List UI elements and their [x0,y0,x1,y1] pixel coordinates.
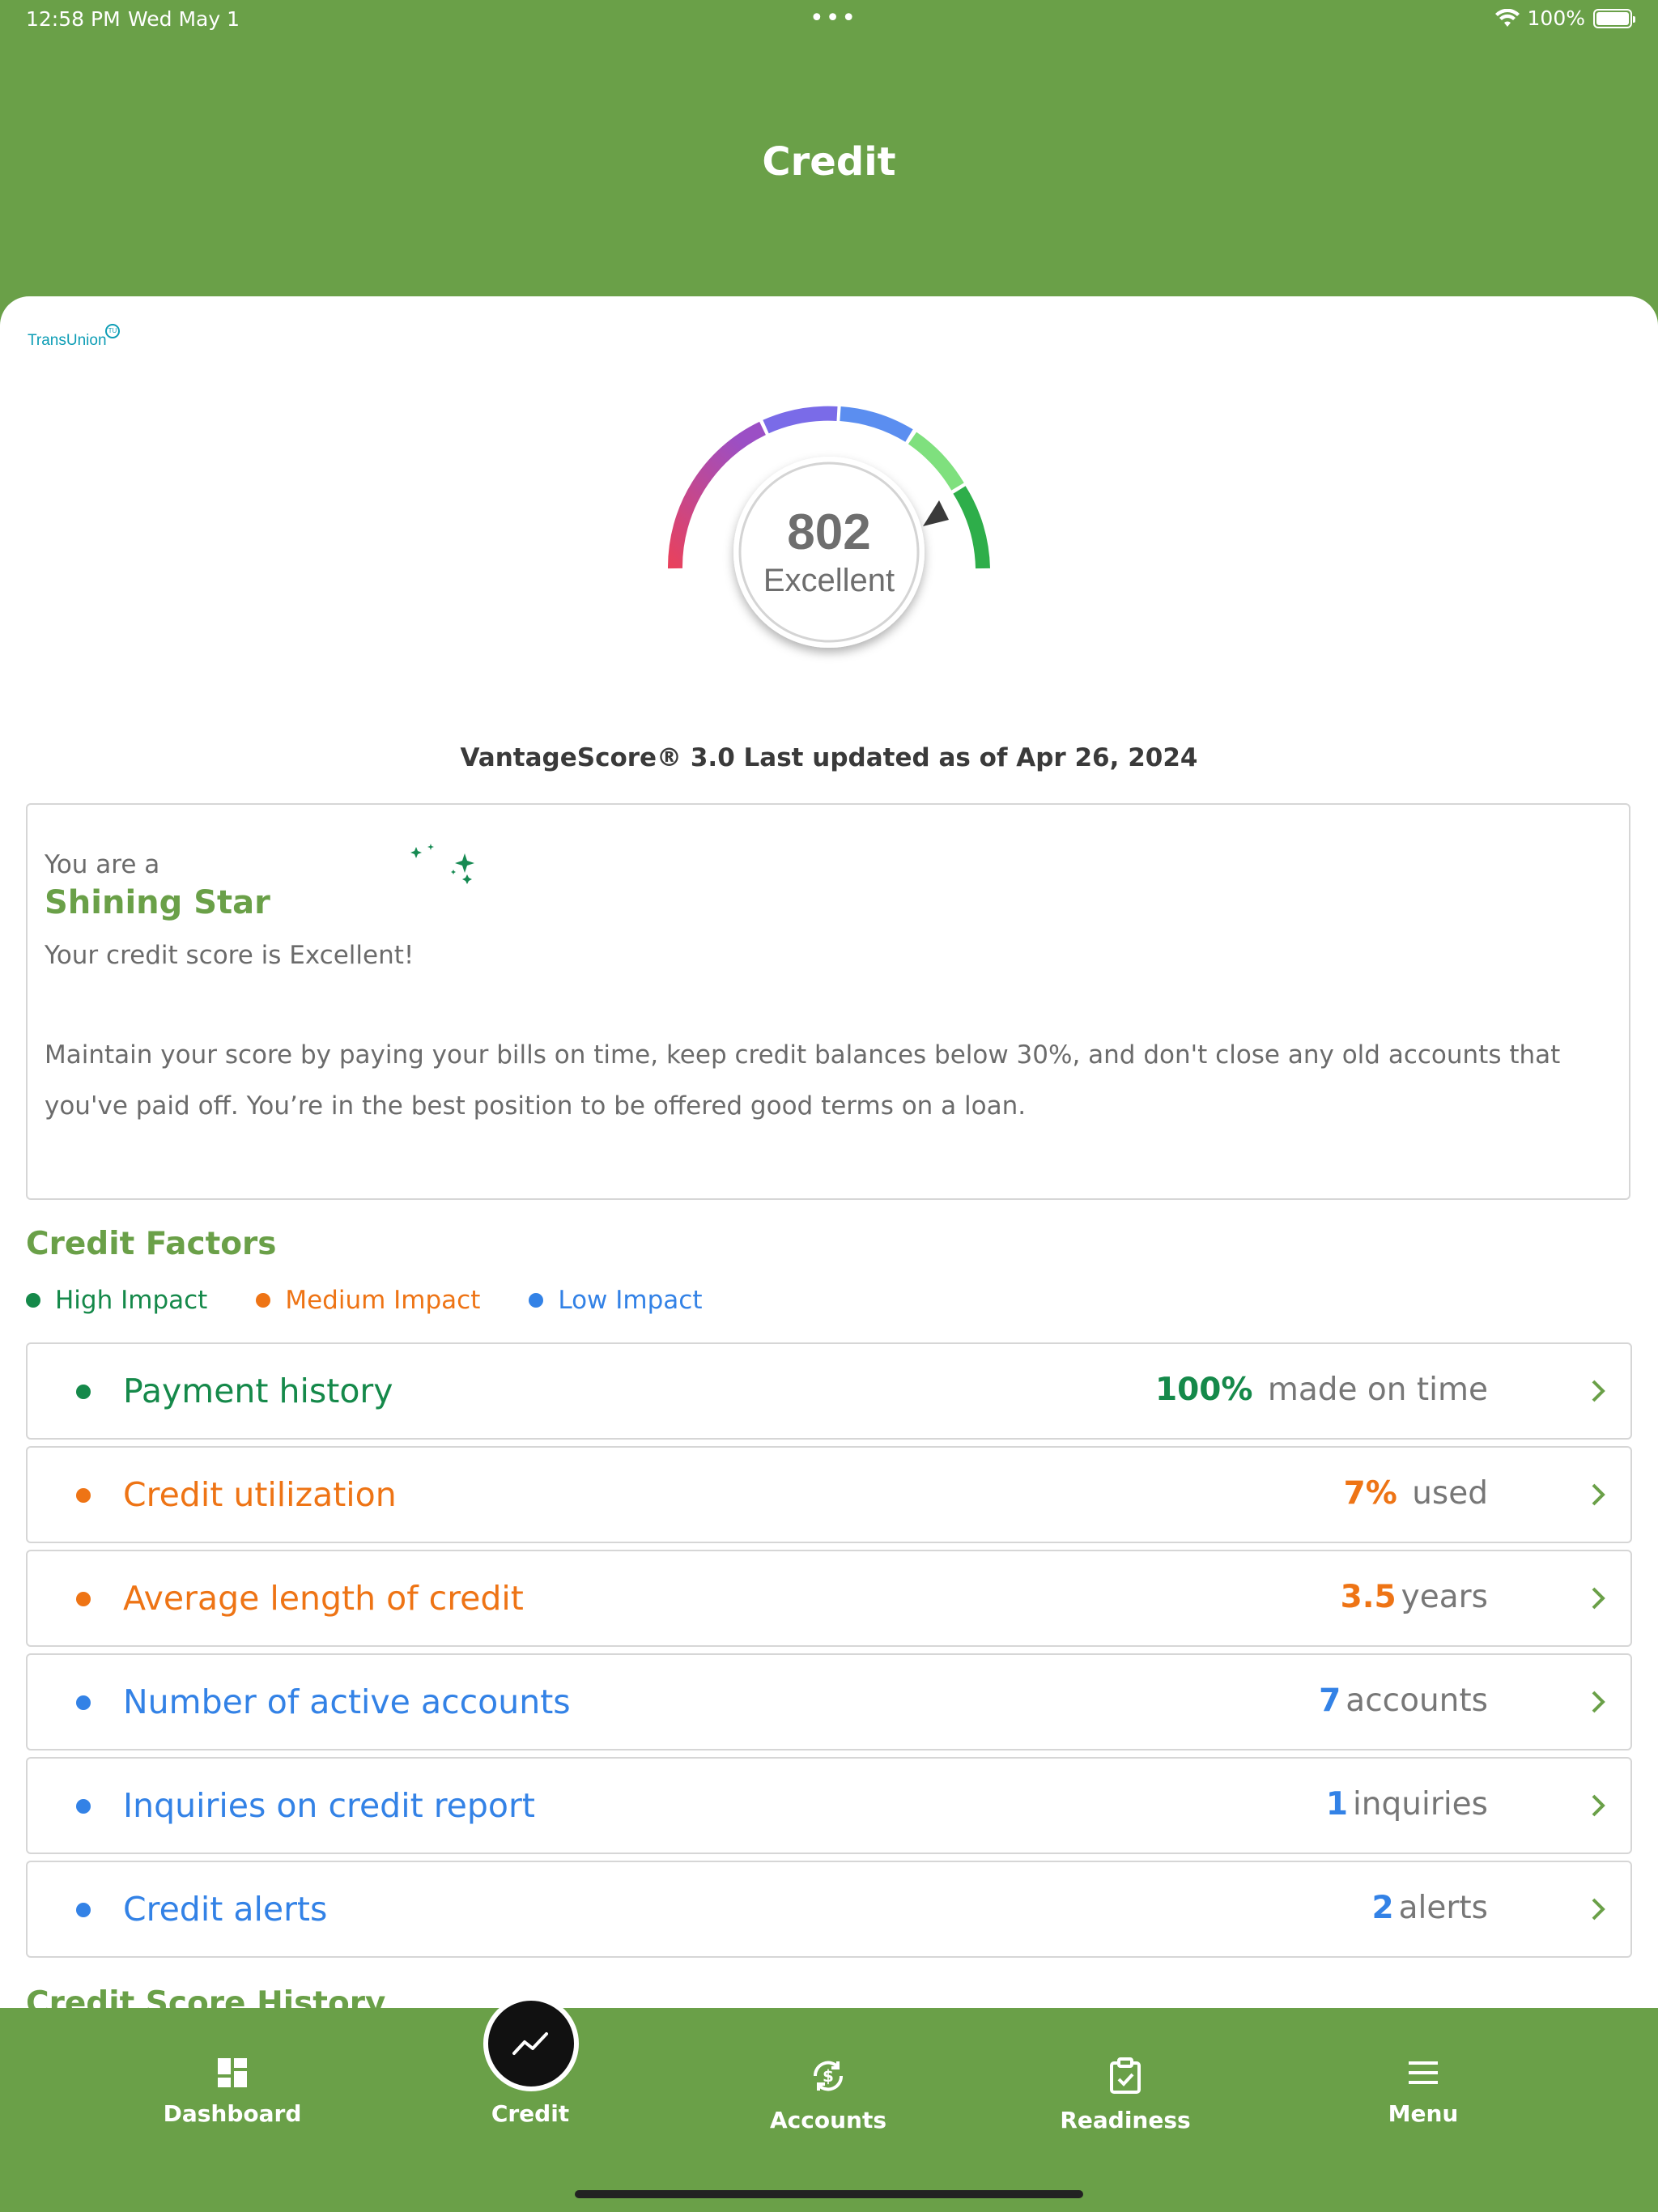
tab-menu[interactable]: Menu [1318,2057,1528,2127]
credit-score-history-title: Credit Score History [26,1985,386,2008]
tab-credit[interactable]: Credit [425,2100,636,2127]
factor-value: 7% used [1343,1475,1488,1512]
legend-medium-impact: Medium Impact [256,1286,480,1315]
credit-tab-active-button[interactable] [483,1996,579,2091]
chevron-right-icon [1592,1691,1605,1713]
impact-dot [76,1592,91,1606]
home-indicator[interactable] [575,2190,1083,2198]
status-line: Your credit score is Excellent! [45,941,414,970]
factor-credit-alerts[interactable]: Credit alerts 2 alerts [26,1861,1632,1958]
gauge-segment-very-good [908,432,964,491]
impact-dot [76,1488,91,1503]
factor-value: 2 alerts [1371,1890,1488,1926]
score-rating: Excellent [763,563,895,598]
chevron-right-icon [1592,1380,1605,1402]
tab-readiness[interactable]: Readiness [1020,2057,1231,2133]
gauge-segment-good [840,406,913,442]
sparkle-icon [410,844,474,884]
tab-accounts[interactable]: $ Accounts [723,2057,933,2133]
factor-value: 1 inquiries [1325,1786,1488,1823]
score-value: 802 [787,504,870,560]
factor-name: Credit alerts [123,1890,328,1929]
factor-name: Inquiries on credit report [123,1786,535,1825]
chevron-right-icon [1592,1587,1605,1610]
credit-factors-title: Credit Factors [26,1226,277,1262]
impact-dot [76,1799,91,1814]
page-title: Credit [762,139,896,185]
factor-payment-history[interactable]: Payment history 100% made on time [26,1342,1632,1440]
impact-legend: High Impact Medium Impact Low Impact [26,1286,750,1315]
status-right: 100% [1494,6,1635,30]
chevron-right-icon [1592,1898,1605,1921]
legend-high-impact: High Impact [26,1286,207,1315]
tab-bar: Dashboard Credit $ Accounts Readiness Me… [0,2008,1658,2212]
multitasking-dots[interactable]: ••• [810,6,857,31]
factor-credit-utilization[interactable]: Credit utilization 7% used [26,1446,1632,1543]
factor-name: Average length of credit [123,1579,524,1618]
trend-line-icon [512,2032,548,2055]
factor-active-accounts[interactable]: Number of active accounts 7 accounts [26,1653,1632,1750]
factor-value: 100% made on time [1154,1372,1488,1408]
chevron-right-icon [1592,1483,1605,1506]
dashboard-icon [218,2058,247,2087]
impact-dot [76,1695,91,1710]
gauge-segment-fair [763,406,838,434]
status-date: Wed May 1 [128,7,240,31]
svg-text:$: $ [823,2066,834,2086]
impact-dot [76,1903,91,1917]
status-paragraph: Maintain your score by paying your bills… [45,1040,1561,1121]
credit-factors-list: Payment history 100% made on time Credit… [26,1342,1632,1964]
factor-name: Credit utilization [123,1475,397,1514]
status-bar: 12:58 PM Wed May 1 ••• 100% [0,0,1658,40]
status-time: 12:58 PM [26,7,121,31]
transunion-logo: TransUnion TU [28,324,120,350]
credit-card-panel: TransUnion TU 802 Excellent VantageScore… [0,296,1658,2008]
factor-inquiries[interactable]: Inquiries on credit report 1 inquiries [26,1757,1632,1854]
factor-average-length-of-credit[interactable]: Average length of credit 3.5 years [26,1550,1632,1647]
status-badge: Shining Star [45,884,270,921]
factor-value: 7 accounts [1319,1682,1488,1719]
status-prefix: You are a [45,850,160,879]
score-status-box: You are a Shining Star Your credit score… [26,803,1630,1200]
factor-name: Number of active accounts [123,1682,571,1721]
chevron-right-icon [1592,1794,1605,1817]
clipboard-check-icon [1110,2057,1141,2094]
battery-icon [1593,8,1635,28]
gauge-segment-excellent [953,486,990,569]
wifi-icon [1494,8,1520,27]
gauge-pointer-icon [923,500,949,526]
accounts-sync-dollar-icon: $ [813,2061,844,2091]
credit-score-gauge: 802 Excellent [667,406,990,648]
score-caption: VantageScore® 3.0 Last updated as of Apr… [460,743,1198,772]
legend-low-impact: Low Impact [529,1286,702,1315]
tab-dashboard[interactable]: Dashboard [127,2057,338,2127]
factor-value: 3.5 years [1340,1579,1488,1615]
battery-percent: 100% [1527,6,1585,30]
impact-dot [76,1385,91,1399]
hamburger-menu-icon [1409,2061,1438,2084]
factor-name: Payment history [123,1372,393,1410]
